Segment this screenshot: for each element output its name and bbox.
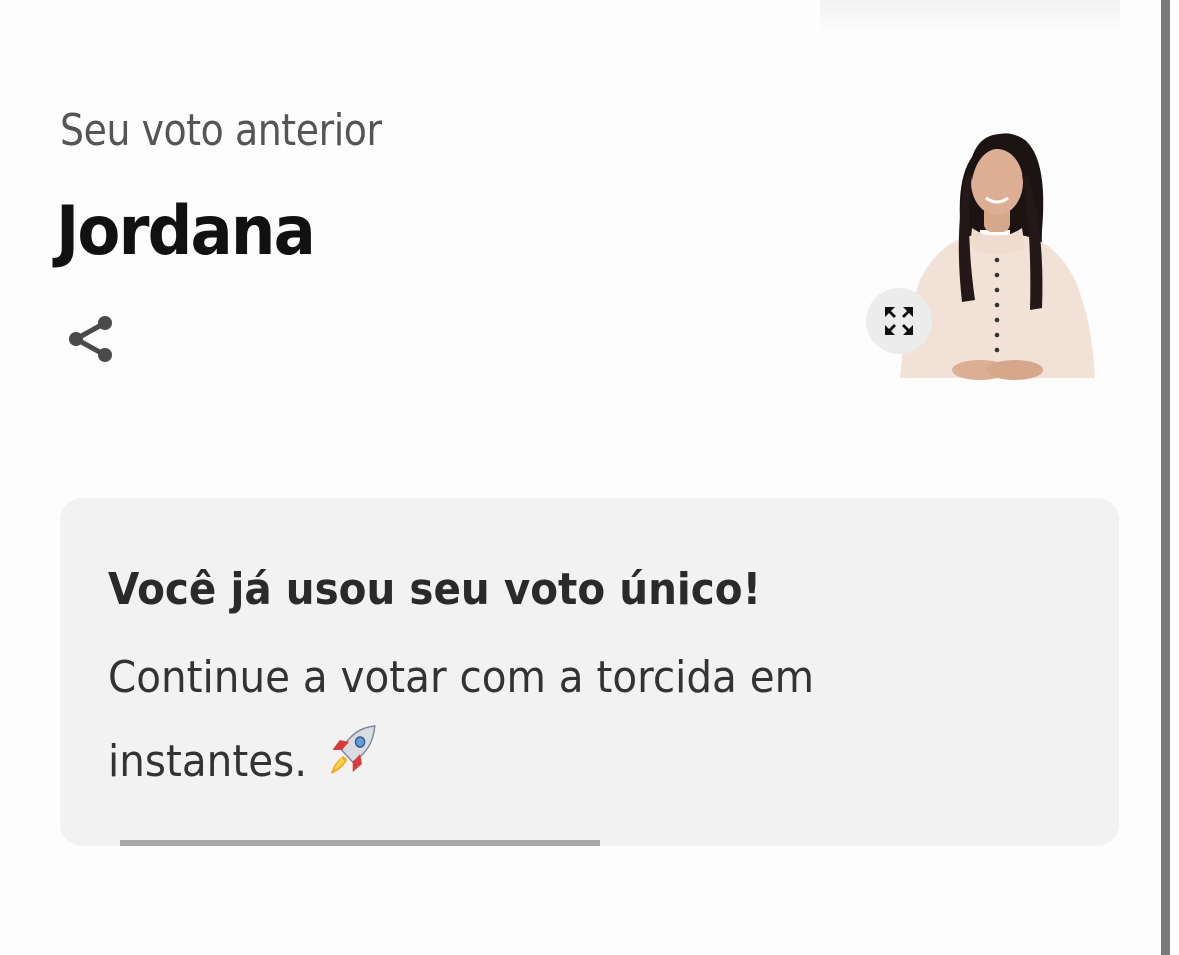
share-icon [69,316,112,362]
share-button[interactable] [64,312,118,366]
notice-body-text: Continue a votar com a torcida em instan… [108,652,815,787]
countdown-progress-fill [120,840,600,846]
participant-name: Jordana [56,192,316,271]
expand-icon [885,307,913,335]
rocket-icon [325,720,380,808]
notice-message: Continue a votar com a torcida em instan… [108,636,899,808]
countdown-progress-track [120,840,1119,846]
previous-vote-label: Seu voto anterior [60,105,382,156]
vote-result-page: Seu voto anterior Jordana Você já usou s… [0,0,1160,955]
scrollbar[interactable] [1161,0,1170,955]
expand-photo-button[interactable] [866,288,932,354]
vote-used-notice: Você já usou seu voto único! Continue a … [60,498,1119,846]
notice-title: Você já usou seu voto único! [108,564,762,615]
faded-header-remnant [820,0,1120,32]
